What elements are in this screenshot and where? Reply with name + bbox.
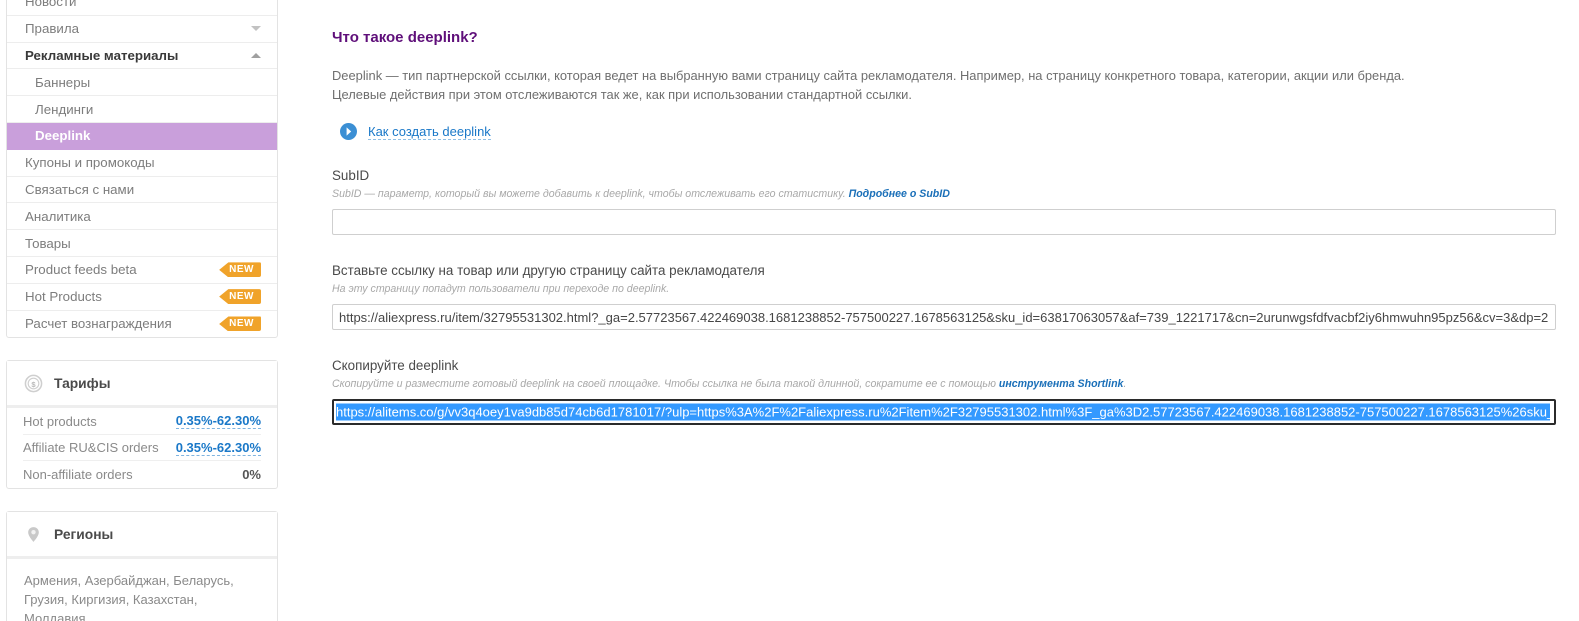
sidebar-item-label: Расчет вознаграждения	[25, 316, 172, 332]
map-pin-icon	[28, 526, 39, 542]
subid-more-link[interactable]: Подробнее о SubID	[849, 188, 950, 200]
new-badge: NEW	[219, 289, 261, 305]
rate-label: Non-affiliate orders	[23, 467, 133, 483]
tariffs-card: $ Тарифы Hot products 0.35%-62.30% Affil…	[6, 360, 278, 489]
sidebar-item-promo-materials[interactable]: Рекламные материалы	[7, 43, 277, 70]
sidebar-item-label: Купоны и промокоды	[25, 155, 155, 171]
subid-hint-text: SubID — параметр, который вы можете доба…	[332, 188, 849, 200]
page-root: Новости Правила Рекламные материалы Банн…	[0, 0, 1579, 621]
rate-label: Hot products	[23, 413, 97, 429]
table-row: Non-affiliate orders 0%	[23, 461, 261, 488]
rate-value: 0%	[242, 467, 261, 483]
subid-label: SubID	[332, 168, 370, 183]
sidebar-item-hot-products[interactable]: Hot Products NEW	[7, 284, 277, 311]
chevron-up-icon	[251, 52, 261, 58]
intro-paragraph: Deeplink — тип партнерской ссылки, котор…	[332, 66, 1556, 104]
sidebar-item-label: Товары	[25, 235, 71, 251]
source-url-field-block: Вставьте ссылку на товар или другую стра…	[332, 263, 1556, 330]
regions-list: Армения, Азербайджан, Беларусь, Грузия, …	[24, 572, 234, 621]
coin-dollar-icon: $	[24, 375, 43, 393]
sidebar-item-label: Аналитика	[25, 208, 91, 224]
table-row: Affiliate RU&CIS orders 0.35%-62.30%	[23, 435, 261, 462]
arrow-right-circle-icon	[340, 123, 357, 140]
chevron-down-icon	[251, 26, 261, 32]
deeplink-label: Скопируйте deeplink	[332, 358, 459, 373]
table-row: Hot products 0.35%-62.30%	[23, 408, 261, 435]
sidebar-item-label: Новости	[25, 0, 77, 10]
sidebar-item-label: Deeplink	[35, 128, 91, 144]
shortlink-tool-link[interactable]: инструмента Shortlink	[999, 378, 1124, 390]
sidebar-item-label: Product feeds beta	[25, 262, 137, 278]
sidebar-item-landings[interactable]: Лендинги	[7, 96, 277, 123]
deeplink-output-input[interactable]	[332, 399, 1556, 425]
regions-title: Регионы	[54, 526, 114, 542]
sidebar-item-reward-calc[interactable]: Расчет вознаграждения NEW	[7, 311, 277, 338]
subid-hint: SubID — параметр, который вы можете доба…	[332, 188, 1556, 200]
deeplink-input-wrapper: https://alitems.co/g/vv3q4oey1va9db85d74…	[332, 399, 1556, 425]
source-url-input[interactable]	[332, 304, 1556, 330]
regions-card: Регионы Армения, Азербайджан, Беларусь, …	[6, 510, 278, 621]
intro-line-1: Deeplink — тип партнерской ссылки, котор…	[332, 68, 1405, 83]
sidebar-item-product-feeds[interactable]: Product feeds beta NEW	[7, 257, 277, 284]
sidebar-item-contact[interactable]: Связаться с нами	[7, 177, 277, 204]
main-content: Что такое deeplink? Deeplink — тип партн…	[332, 0, 1556, 425]
new-badge: NEW	[219, 316, 261, 332]
sidebar-item-label: Правила	[25, 21, 79, 37]
how-to-create-deeplink[interactable]: Как создать deeplink	[332, 123, 1556, 140]
sidebar-item-news[interactable]: Новости	[7, 0, 277, 16]
sidebar-item-label: Рекламные материалы	[25, 47, 179, 63]
subid-input[interactable]	[332, 209, 1556, 235]
svg-text:$: $	[31, 380, 36, 389]
tariffs-title: Тарифы	[54, 376, 111, 392]
sidebar-item-label: Связаться с нами	[25, 181, 135, 197]
deeplink-hint-tail: .	[1123, 378, 1127, 390]
deeplink-field-block: Скопируйте deeplink Скопируйте и размест…	[332, 358, 1556, 425]
source-url-hint: На эту страницу попадут пользователи при…	[332, 283, 670, 295]
rate-value[interactable]: 0.35%-62.30%	[175, 440, 261, 456]
rate-label: Affiliate RU&CIS orders	[23, 440, 159, 456]
sidebar-nav-card: Новости Правила Рекламные материалы Банн…	[6, 0, 278, 339]
sidebar-item-banners[interactable]: Баннеры	[7, 69, 277, 97]
how-to-link[interactable]: Как создать deeplink	[368, 124, 491, 140]
sidebar-item-label: Лендинги	[35, 101, 94, 117]
sidebar: Новости Правила Рекламные материалы Банн…	[6, 0, 278, 621]
sidebar-item-products[interactable]: Товары	[7, 230, 277, 257]
regions-header: Регионы	[7, 511, 277, 559]
sidebar-item-label: Hot Products	[25, 289, 102, 305]
new-badge: NEW	[219, 262, 261, 278]
source-url-label: Вставьте ссылку на товар или другую стра…	[332, 263, 765, 278]
sidebar-item-coupons[interactable]: Купоны и промокоды	[7, 150, 277, 177]
sidebar-item-rules[interactable]: Правила	[7, 16, 277, 43]
deeplink-hint-text: Скопируйте и разместите готовый deeplink…	[332, 378, 999, 390]
tariffs-header: $ Тарифы	[7, 361, 277, 409]
rate-value[interactable]: 0.35%-62.30%	[175, 413, 261, 430]
deeplink-hint: Скопируйте и разместите готовый deeplink…	[332, 378, 1556, 390]
sidebar-item-analytics[interactable]: Аналитика	[7, 203, 277, 231]
sidebar-item-label: Баннеры	[35, 74, 91, 90]
page-title: Что такое deeplink?	[332, 29, 478, 46]
sidebar-item-deeplink[interactable]: Deeplink	[7, 122, 277, 150]
tariffs-body: Hot products 0.35%-62.30% Affiliate RU&C…	[7, 408, 277, 488]
subid-field-block: SubID SubID — параметр, который вы может…	[332, 168, 1556, 235]
intro-line-2: Целевые действия при этом отслеживаются …	[332, 87, 912, 102]
